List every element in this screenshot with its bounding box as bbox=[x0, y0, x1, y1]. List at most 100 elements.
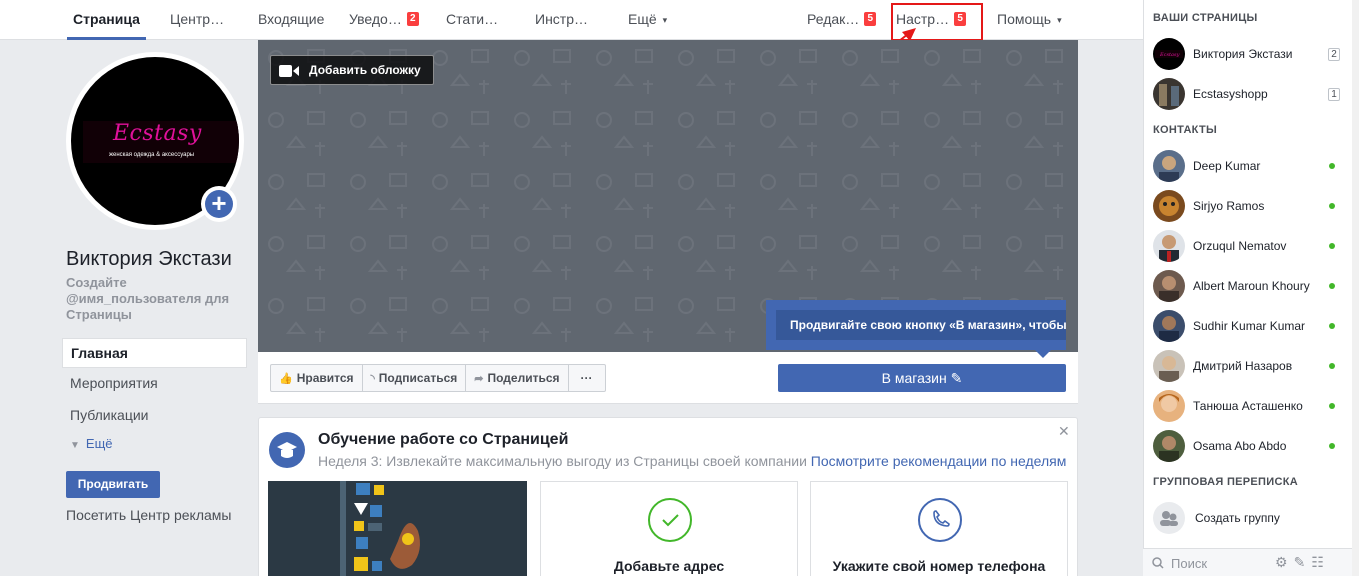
gear-icon[interactable]: ⚙ bbox=[1275, 554, 1294, 570]
online-status-dot bbox=[1329, 163, 1335, 169]
task-tile-phone[interactable]: Укажите свой номер телефона bbox=[810, 481, 1068, 576]
ads-center-link[interactable]: Посетить Центр рекламы bbox=[66, 507, 231, 523]
page-actions: 👍 Нравится ◝ Подписаться ➦ Поделиться ··· bbox=[270, 364, 606, 392]
avatar bbox=[1153, 350, 1185, 382]
compose-icon[interactable]: ✎ bbox=[1294, 554, 1312, 570]
task-tile-label: Добавьте адрес bbox=[613, 558, 725, 574]
sidebar-page-item[interactable]: Ecstasyshopp 1 bbox=[1153, 76, 1343, 112]
online-status-dot bbox=[1329, 403, 1335, 409]
chat-sidebar: ВАШИ СТРАНИЦЫ Ecstasy Виктория Экстази 2… bbox=[1143, 0, 1359, 576]
tab-notifications[interactable]: Уведо… 2 bbox=[349, 0, 419, 40]
caret-down-icon: ▾ bbox=[662, 15, 668, 25]
contact-item[interactable]: Танюша Асташенко bbox=[1153, 388, 1343, 424]
learning-card-subtitle: Неделя 3: Извлекайте максимальную выгоду… bbox=[318, 453, 1067, 469]
page-title[interactable]: Виктория Экстази bbox=[66, 248, 232, 271]
tab-tools[interactable]: Инстр… bbox=[535, 0, 588, 40]
tab-statistics[interactable]: Стати… bbox=[446, 0, 498, 40]
promote-button[interactable]: Продвигать bbox=[66, 471, 160, 498]
edit-badge: 5 bbox=[864, 12, 877, 26]
nav-item-events[interactable]: Мероприятия bbox=[62, 368, 247, 400]
page-name: Ecstasyshopp bbox=[1193, 87, 1268, 101]
thumbs-up-icon: 👍 bbox=[279, 373, 293, 385]
check-icon bbox=[647, 497, 693, 543]
chat-tools: ⚙✎☷ bbox=[1275, 554, 1330, 571]
graduation-cap-icon bbox=[269, 432, 305, 468]
more-actions-button[interactable]: ··· bbox=[569, 365, 605, 391]
unread-count-badge: 2 bbox=[1328, 48, 1340, 61]
search-input[interactable]: Поиск bbox=[1171, 556, 1207, 571]
contact-item[interactable]: Deep Kumar bbox=[1153, 148, 1343, 184]
avatar bbox=[1153, 150, 1185, 182]
create-group-label: Создать группу bbox=[1195, 511, 1280, 525]
share-button[interactable]: ➦ Поделиться bbox=[466, 365, 569, 391]
sidebar-scrollbar[interactable] bbox=[1352, 0, 1359, 576]
avatar bbox=[1153, 190, 1185, 222]
share-arrow-icon: ➦ bbox=[474, 373, 484, 385]
unread-count-badge: 1 bbox=[1328, 88, 1340, 101]
task-tile-address[interactable]: Добавьте адрес bbox=[540, 481, 798, 576]
tab-page[interactable]: Страница bbox=[67, 0, 146, 40]
contact-name: Танюша Асташенко bbox=[1193, 399, 1303, 413]
task-tile-label: Укажите свой номер телефона bbox=[832, 558, 1046, 574]
sidebar-page-item[interactable]: Ecstasy Виктория Экстази 2 bbox=[1153, 36, 1343, 72]
create-group-button[interactable]: Создать группу bbox=[1153, 500, 1343, 536]
notification-badge: 2 bbox=[406, 12, 419, 26]
tooltip-text: Продвигайте свою кнопку «В магазин», что… bbox=[776, 310, 1066, 340]
nav-item-home[interactable]: Главная bbox=[62, 338, 247, 368]
learning-card-title: Обучение работе со Страницей bbox=[318, 431, 569, 448]
avatar bbox=[1153, 430, 1185, 462]
follow-button[interactable]: ◝ Подписаться bbox=[363, 365, 467, 391]
create-username-link[interactable]: Создайте @имя_пользователя для Страницы bbox=[66, 275, 251, 323]
caret-down-icon: ▾ bbox=[1057, 15, 1062, 25]
tab-help[interactable]: Помощь ▾ bbox=[997, 0, 1062, 40]
avatar bbox=[1153, 270, 1185, 302]
caret-down-icon: ▼ bbox=[70, 440, 80, 451]
online-status-dot bbox=[1329, 243, 1335, 249]
avatar bbox=[1153, 230, 1185, 262]
group-icon bbox=[1153, 502, 1185, 534]
avatar bbox=[1153, 390, 1185, 422]
pages-header: ВАШИ СТРАНИЦЫ bbox=[1153, 12, 1258, 24]
close-icon[interactable]: ✕ bbox=[1058, 423, 1070, 440]
tab-center[interactable]: Центр… bbox=[170, 0, 224, 40]
plus-icon: + bbox=[205, 190, 233, 218]
contact-item[interactable]: Orzuqul Nematov bbox=[1153, 228, 1343, 264]
svg-text:Ecstasy: Ecstasy bbox=[1159, 52, 1180, 58]
contact-name: Дмитрий Назаров bbox=[1193, 359, 1293, 373]
online-status-dot bbox=[1329, 323, 1335, 329]
weekly-tips-link[interactable]: Посмотрите рекомендации по неделям bbox=[811, 453, 1067, 469]
contacts-header: КОНТАКТЫ bbox=[1153, 124, 1218, 136]
chat-search-bar[interactable]: Поиск ⚙✎☷ bbox=[1143, 548, 1352, 576]
add-cover-button[interactable]: Добавить обложку bbox=[270, 55, 434, 85]
logo-subtitle: женская одежда & аксессуары bbox=[109, 152, 195, 158]
nav-item-posts[interactable]: Публикации bbox=[62, 400, 247, 432]
online-status-dot bbox=[1329, 283, 1335, 289]
online-status-dot bbox=[1329, 443, 1335, 449]
contact-item[interactable]: Sirjyo Ramos bbox=[1153, 188, 1343, 224]
contact-name: Orzuqul Nematov bbox=[1193, 239, 1287, 253]
left-navigation: Главная Мероприятия Публикации bbox=[62, 338, 247, 432]
contact-name: Sirjyo Ramos bbox=[1193, 199, 1265, 213]
tab-more[interactable]: Ещё ▾ bbox=[628, 0, 667, 40]
learning-illustration bbox=[268, 481, 527, 576]
contacts-icon[interactable]: ☷ bbox=[1311, 554, 1330, 570]
contact-item[interactable]: Дмитрий Назаров bbox=[1153, 348, 1343, 384]
like-button[interactable]: 👍 Нравится bbox=[271, 365, 363, 391]
contact-item[interactable]: Osama Abo Abdo bbox=[1153, 428, 1343, 464]
phone-icon bbox=[917, 497, 963, 543]
online-status-dot bbox=[1329, 363, 1335, 369]
promote-tooltip[interactable]: Продвигайте свою кнопку «В магазин», что… bbox=[766, 300, 1066, 350]
group-chat-header: ГРУППОВАЯ ПЕРЕПИСКА bbox=[1153, 476, 1298, 488]
contact-item[interactable]: Sudhir Kumar Kumar bbox=[1153, 308, 1343, 344]
shop-button[interactable]: В магазин ✎ bbox=[778, 364, 1066, 392]
add-profile-photo-button[interactable]: + bbox=[201, 186, 237, 222]
tooltip-tail bbox=[1035, 350, 1051, 358]
search-icon bbox=[1152, 557, 1164, 569]
contact-name: Deep Kumar bbox=[1193, 159, 1261, 173]
tab-inbox[interactable]: Входящие bbox=[258, 0, 324, 40]
logo-text: Ecstasy bbox=[113, 121, 202, 146]
video-camera-icon bbox=[279, 65, 299, 77]
contact-name: Albert Maroun Khoury bbox=[1193, 279, 1310, 293]
contact-item[interactable]: Albert Maroun Khoury bbox=[1153, 268, 1343, 304]
nav-more-link[interactable]: ▼ Ещё bbox=[70, 436, 113, 451]
